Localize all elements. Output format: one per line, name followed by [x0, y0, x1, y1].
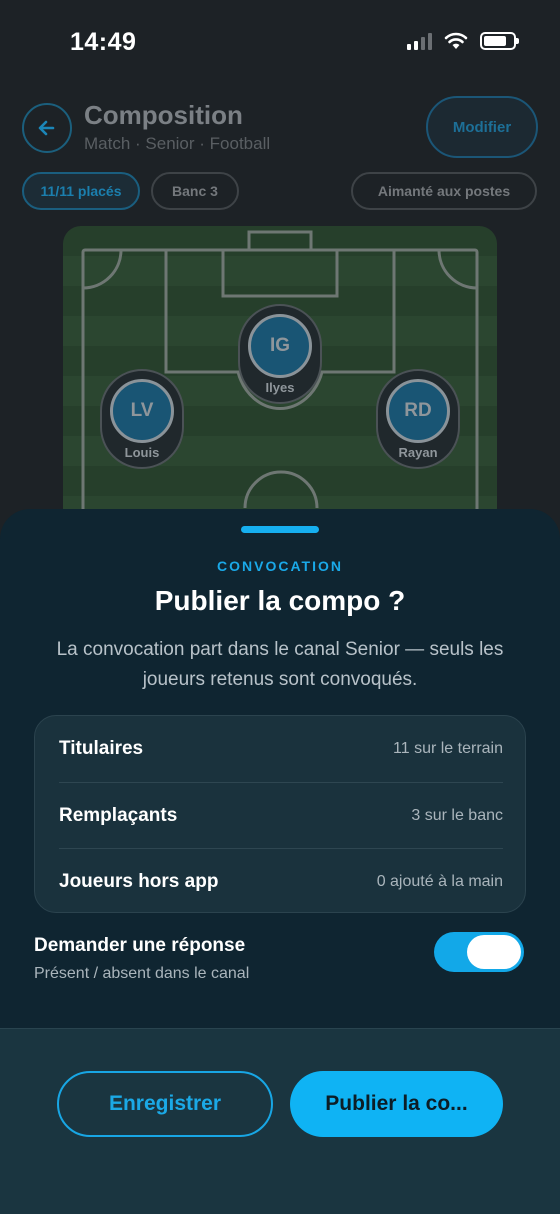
player-name: Louis	[124, 445, 160, 460]
bench-chip[interactable]: Banc 3	[151, 172, 239, 210]
lineup-screen: Composition Match · Senior · Football Mo…	[0, 84, 560, 526]
status-icons	[407, 32, 519, 50]
modify-button[interactable]: Modifier	[426, 96, 538, 158]
arrow-left-icon	[38, 120, 55, 136]
player-name: Ilyes	[265, 380, 295, 395]
summary-row-hors-app: Joueurs hors app 0 ajouté à la main	[59, 848, 503, 914]
sheet-eyebrow: CONVOCATION	[217, 558, 343, 574]
status-bar: 14:49	[0, 0, 560, 84]
summary-value: 0 ajouté à la main	[376, 872, 503, 890]
page-subtitle: Match · Senior · Football	[84, 134, 271, 153]
sheet-grabber[interactable]	[241, 526, 319, 533]
toggle-title: Demander une réponse	[34, 935, 246, 956]
football-pitch: IG Ilyes LV Louis RD Rayan	[63, 226, 497, 526]
summary-card: Titulaires 11 sur le terrain Remplaçants…	[34, 715, 526, 913]
request-response-toggle[interactable]	[434, 932, 524, 972]
summary-label: Titulaires	[59, 738, 144, 759]
summary-row-titulaires: Titulaires 11 sur le terrain	[59, 716, 503, 782]
summary-row-remplacants: Remplaçants 3 sur le banc	[59, 782, 503, 848]
publish-button[interactable]: Publier la co...	[290, 1071, 503, 1137]
player-initials: RD	[386, 379, 450, 443]
summary-value: 11 sur le terrain	[393, 740, 503, 757]
player-token-ilyes[interactable]: IG Ilyes	[238, 304, 322, 404]
status-clock: 14:49	[70, 28, 137, 56]
player-name: Rayan	[398, 445, 438, 460]
summary-label: Joueurs hors app	[59, 870, 219, 892]
placed-chip[interactable]: 11/11 placés	[22, 172, 140, 210]
summary-value: 3 sur le banc	[411, 806, 503, 824]
battery-icon	[480, 32, 519, 50]
sheet-title: Publier la compo ?	[154, 585, 406, 616]
player-token-louis[interactable]: LV Louis	[100, 369, 184, 469]
cellular-signal-icon	[407, 32, 432, 50]
toggle-subtitle: Présent / absent dans le canal	[34, 965, 250, 982]
snap-to-positions-chip[interactable]: Aimanté aux postes	[351, 172, 537, 210]
player-initials: LV	[110, 379, 174, 443]
player-token-rayan[interactable]: RD Rayan	[376, 369, 460, 469]
toggle-knob	[467, 935, 521, 969]
back-button[interactable]	[22, 103, 72, 153]
sheet-description: La convocation part dans le canal Senior…	[56, 639, 504, 690]
wifi-icon	[444, 32, 468, 49]
save-button[interactable]: Enregistrer	[57, 1071, 273, 1137]
page-title: Composition	[84, 100, 243, 130]
player-initials: IG	[248, 314, 312, 378]
request-response-setting: Demander une réponse Présent / absent da…	[34, 932, 526, 993]
summary-label: Remplaçants	[59, 804, 178, 826]
action-footer: Enregistrer Publier la co...	[0, 1028, 560, 1214]
